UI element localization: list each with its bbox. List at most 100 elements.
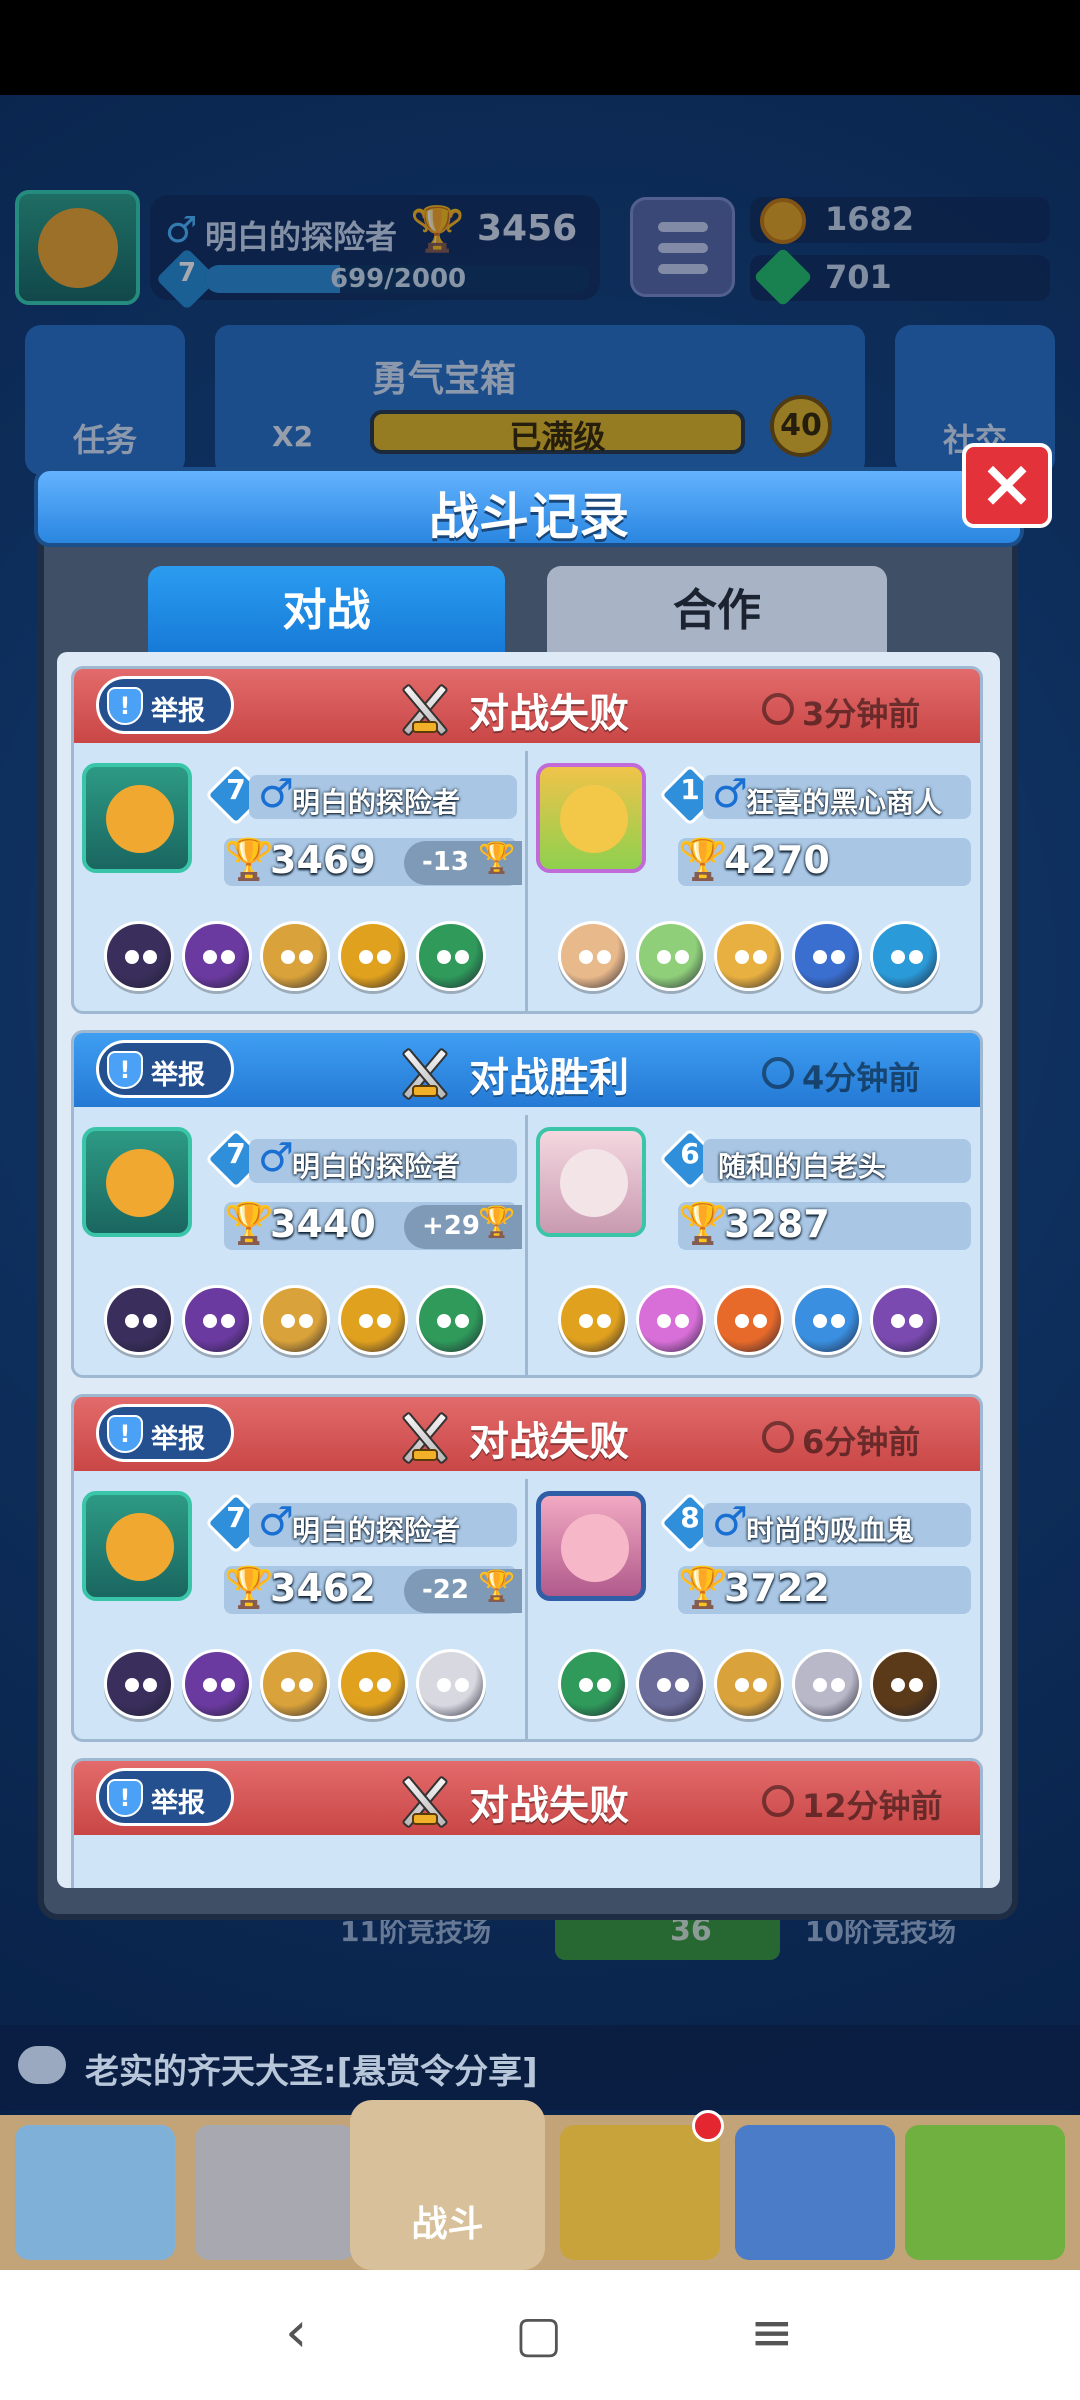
- battle-card[interactable]: ! 举报 对战失败 3分钟前 7 ♂ 明白的探险者 🏆 3469 -13 🏆 1 ♂ 狂喜的黑心商人 🏆 42…: [71, 666, 983, 1014]
- my-avatar[interactable]: [82, 1127, 192, 1237]
- battle-result: 对战失败: [469, 691, 629, 737]
- hero-icon[interactable]: [870, 921, 940, 991]
- back-icon[interactable]: ‹: [285, 2300, 307, 2365]
- my-avatar[interactable]: [82, 1491, 192, 1601]
- sword-hilt: [412, 721, 438, 733]
- hero-icon[interactable]: [558, 921, 628, 991]
- report-button[interactable]: ! 举报: [96, 1404, 234, 1462]
- hero-eye: [377, 950, 391, 964]
- hero-eye: [657, 950, 671, 964]
- player-name: 明白的探险者: [292, 786, 461, 819]
- hero-icon[interactable]: [182, 1649, 252, 1719]
- nav-clan-icon[interactable]: [735, 2125, 895, 2260]
- hero-icon[interactable]: [416, 1285, 486, 1355]
- hero-icon[interactable]: [636, 921, 706, 991]
- battle-result: 对战失败: [469, 1419, 629, 1465]
- hero-icon[interactable]: [260, 1649, 330, 1719]
- hero-icon[interactable]: [260, 921, 330, 991]
- hero-icon[interactable]: [870, 1649, 940, 1719]
- trophy-delta: -22: [422, 1575, 469, 1605]
- opponent-avatar[interactable]: [536, 1127, 646, 1237]
- hero-icon[interactable]: [792, 1649, 862, 1719]
- my-side: 7 ♂ 明白的探险者 🏆 3462 -22 🏆: [74, 1471, 524, 1739]
- battle-card[interactable]: ! 举报 对战胜利 4分钟前 7 ♂ 明白的探险者 🏆 3440 +29 🏆 6 随和的白老头 🏆 3287: [71, 1030, 983, 1378]
- hero-eye: [735, 1678, 749, 1692]
- trophy-icon: 🏆: [478, 1205, 516, 1240]
- hero-icon[interactable]: [714, 1649, 784, 1719]
- recents-icon[interactable]: ≡: [750, 2303, 794, 2363]
- nav-shop-chest-icon[interactable]: [15, 2125, 175, 2260]
- clock-icon: [762, 693, 794, 725]
- hero-icon[interactable]: [260, 1285, 330, 1355]
- hero-icon[interactable]: [870, 1285, 940, 1355]
- hero-eye: [359, 1314, 373, 1328]
- hero-lineup: [558, 921, 958, 997]
- report-button[interactable]: ! 举报: [96, 1040, 234, 1098]
- nav-sprout-icon[interactable]: [905, 2125, 1065, 2260]
- hero-eye: [909, 1678, 923, 1692]
- hero-icon[interactable]: [792, 921, 862, 991]
- hero-icon[interactable]: [104, 1649, 174, 1719]
- hero-eye: [455, 1314, 469, 1328]
- avatar-face-icon: [106, 1513, 174, 1581]
- hero-icon[interactable]: [416, 1649, 486, 1719]
- hero-icon[interactable]: [636, 1649, 706, 1719]
- hero-eye: [143, 1314, 157, 1328]
- battle-card-header: ! 举报 对战失败 12分钟前: [74, 1761, 980, 1835]
- hero-icon[interactable]: [104, 1285, 174, 1355]
- battle-card[interactable]: ! 举报 对战失败 6分钟前 7 ♂ 明白的探险者 🏆 3462 -22 🏆 8 ♂ 时尚的吸血鬼 🏆 372…: [71, 1394, 983, 1742]
- hero-icon[interactable]: [338, 1649, 408, 1719]
- my-avatar[interactable]: [82, 763, 192, 873]
- hero-eye: [125, 950, 139, 964]
- avatar-face-icon: [560, 785, 628, 853]
- status-bar: [0, 0, 1080, 95]
- hero-icon[interactable]: [714, 1285, 784, 1355]
- battle-time: 3分钟前: [802, 695, 921, 733]
- report-button[interactable]: ! 举报: [96, 1768, 234, 1826]
- report-button[interactable]: ! 举报: [96, 676, 234, 734]
- hero-eye: [455, 1678, 469, 1692]
- close-button[interactable]: ×: [962, 443, 1052, 528]
- hero-icon[interactable]: [182, 921, 252, 991]
- battle-card[interactable]: ! 举报 对战失败 12分钟前: [71, 1758, 983, 1888]
- hero-icon[interactable]: [636, 1285, 706, 1355]
- hero-icon[interactable]: [792, 1285, 862, 1355]
- hero-eye: [831, 950, 845, 964]
- player-trophies: 3462: [270, 1566, 376, 1610]
- hero-eye: [813, 1314, 827, 1328]
- crossed-swords-icon: [394, 1775, 454, 1829]
- player-trophies: 3469: [270, 838, 376, 882]
- shield-icon: !: [107, 1779, 143, 1817]
- battle-time: 12分钟前: [802, 1787, 943, 1825]
- hero-icon[interactable]: [558, 1285, 628, 1355]
- opponent-avatar[interactable]: [536, 1491, 646, 1601]
- opponent-avatar[interactable]: [536, 763, 646, 873]
- hero-eye: [377, 1678, 391, 1692]
- crossed-swords-icon: [394, 1411, 454, 1465]
- nav-crown-icon[interactable]: [560, 2125, 720, 2260]
- hero-eye: [891, 950, 905, 964]
- trophy-icon: 🏆: [478, 841, 516, 876]
- home-icon[interactable]: ▢: [515, 2305, 562, 2363]
- hero-icon[interactable]: [714, 921, 784, 991]
- hero-icon[interactable]: [558, 1649, 628, 1719]
- hero-eye: [753, 950, 767, 964]
- avatar-face-icon: [106, 1149, 174, 1217]
- hero-lineup: [558, 1649, 958, 1725]
- hero-eye: [579, 1314, 593, 1328]
- trophy-icon: 🏆: [678, 837, 728, 883]
- nav-knight-helmet-icon[interactable]: [195, 2125, 355, 2260]
- shield-icon: !: [107, 687, 143, 725]
- hero-icon[interactable]: [104, 921, 174, 991]
- hero-icon[interactable]: [182, 1285, 252, 1355]
- battle-result: 对战胜利: [469, 1055, 629, 1101]
- battle-list[interactable]: ! 举报 对战失败 3分钟前 7 ♂ 明白的探险者 🏆 3469 -13 🏆 1 ♂ 狂喜的黑心商人 🏆 42…: [57, 652, 1000, 1888]
- hero-eye: [221, 1314, 235, 1328]
- hero-icon[interactable]: [338, 921, 408, 991]
- hero-icon[interactable]: [416, 921, 486, 991]
- hero-icon[interactable]: [338, 1285, 408, 1355]
- tab-coop[interactable]: 合作: [547, 566, 887, 656]
- tab-pvp[interactable]: 对战: [148, 566, 505, 656]
- trophy-icon: 🏆: [224, 1565, 274, 1611]
- player-name: 明白的探险者: [292, 1514, 461, 1547]
